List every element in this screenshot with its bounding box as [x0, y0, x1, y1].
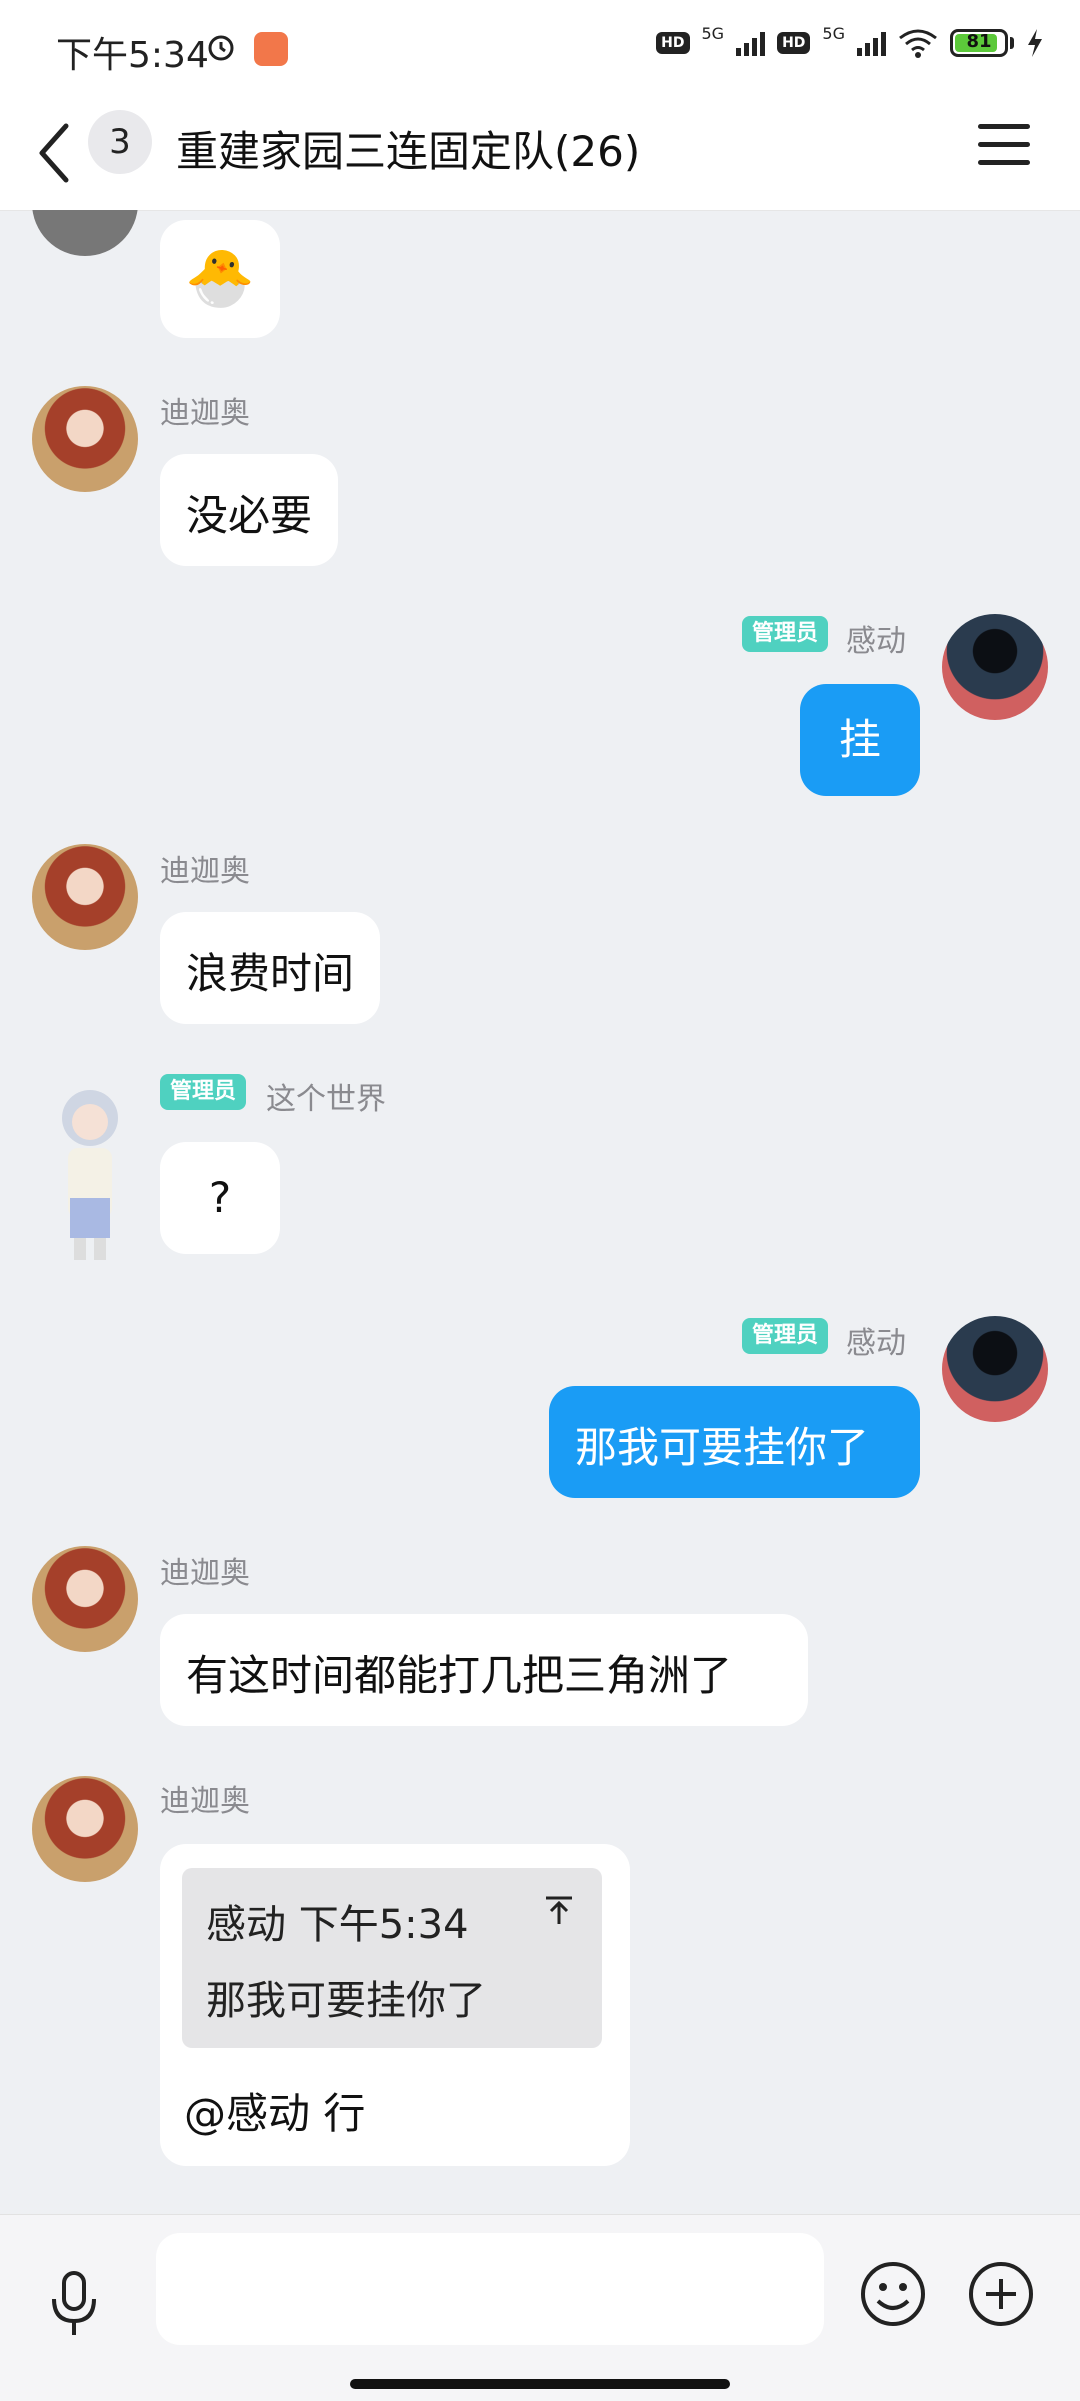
hd-badge: HD	[656, 32, 690, 54]
message-bubble[interactable]: 🐣	[160, 220, 280, 338]
avatar[interactable]	[32, 210, 138, 256]
my-avatar[interactable]	[942, 1316, 1048, 1422]
chibi-avatar-image	[62, 1090, 118, 1260]
avatar[interactable]	[32, 1776, 138, 1882]
sender-name: 迪迦奥	[160, 1556, 250, 1591]
home-indicator[interactable]	[350, 2379, 730, 2389]
network-type-2: 5G	[822, 23, 845, 43]
sender-name: 感动	[846, 1326, 906, 1361]
chat-title: 重建家园三连固定队(26)	[176, 127, 641, 176]
status-bar: 下午5:34 HD 5G HD 5G 81	[0, 0, 1080, 98]
my-message-bubble[interactable]: 那我可要挂你了	[549, 1386, 920, 1498]
chat-header: 3 重建家园三连固定队(26)	[0, 98, 1080, 211]
battery-level: 81	[966, 31, 992, 52]
message-list[interactable]: 🐣 迪迦奥 没必要 管理员 感动 挂 迪迦奥 浪费时间 管理员 这个世界 ? 管…	[0, 210, 1080, 2214]
message-text: @感动 行	[184, 2089, 366, 2138]
back-icon[interactable]	[34, 120, 74, 186]
sender-name: 迪迦奥	[160, 854, 250, 889]
message-bubble[interactable]: 没必要	[160, 454, 339, 566]
signal-icon-2	[857, 30, 886, 56]
admin-badge: 管理员	[160, 1074, 247, 1110]
message-bubble[interactable]: 浪费时间	[160, 912, 381, 1024]
mic-icon[interactable]	[46, 2269, 102, 2339]
battery-icon: 81	[950, 29, 1008, 57]
unread-count-badge[interactable]: 3	[88, 110, 152, 174]
alarm-icon	[208, 35, 234, 61]
message-text: 那我可要挂你了	[575, 1423, 870, 1472]
app-notification-icon	[254, 32, 288, 66]
avatar[interactable]	[32, 1546, 138, 1652]
message-text: 有这时间都能打几把三角洲了	[186, 1651, 733, 1700]
wifi-icon	[899, 29, 937, 58]
message-bubble[interactable]: 有这时间都能打几把三角洲了	[160, 1614, 808, 1726]
quote-text: 那我可要挂你了	[206, 1978, 486, 2024]
sender-name: 迪迦奥	[160, 1784, 250, 1819]
emoji-sticker: 🐣	[185, 246, 255, 311]
my-avatar[interactable]	[942, 614, 1048, 720]
status-time: 下午5:34	[56, 35, 209, 76]
charging-icon	[1028, 29, 1042, 57]
message-text: 没必要	[186, 491, 313, 540]
avatar[interactable]	[32, 844, 138, 950]
my-message-bubble[interactable]: 挂	[800, 684, 920, 796]
avatar[interactable]	[40, 1078, 140, 1268]
message-text: ?	[208, 1173, 232, 1222]
message-text: 挂	[838, 715, 881, 764]
admin-badge: 管理员	[742, 1318, 829, 1354]
quote-header: 感动 下午5:34	[206, 1902, 469, 1948]
hd-badge-2: HD	[777, 32, 811, 54]
message-input[interactable]	[156, 2233, 824, 2345]
status-icons: HD 5G HD 5G 81	[656, 24, 1044, 58]
jump-to-quote-icon[interactable]	[542, 1894, 576, 1928]
message-text: 浪费时间	[186, 949, 355, 998]
plus-icon[interactable]	[966, 2259, 1036, 2329]
quoted-message[interactable]: 感动 下午5:34 那我可要挂你了	[182, 1868, 602, 2048]
sender-name: 感动	[846, 624, 906, 659]
admin-badge: 管理员	[742, 616, 829, 652]
sender-name: 迪迦奥	[160, 396, 250, 431]
avatar[interactable]	[32, 386, 138, 492]
input-bar	[0, 2214, 1080, 2401]
sender-name: 这个世界	[266, 1082, 386, 1117]
message-bubble[interactable]: ?	[160, 1142, 280, 1254]
battery-tip	[1010, 37, 1014, 49]
signal-icon	[736, 30, 766, 56]
reply-message-bubble[interactable]: 感动 下午5:34 那我可要挂你了 @感动 行	[160, 1844, 630, 2166]
menu-icon[interactable]	[978, 124, 1030, 168]
network-type: 5G	[701, 23, 725, 43]
emoji-icon[interactable]	[858, 2259, 928, 2329]
